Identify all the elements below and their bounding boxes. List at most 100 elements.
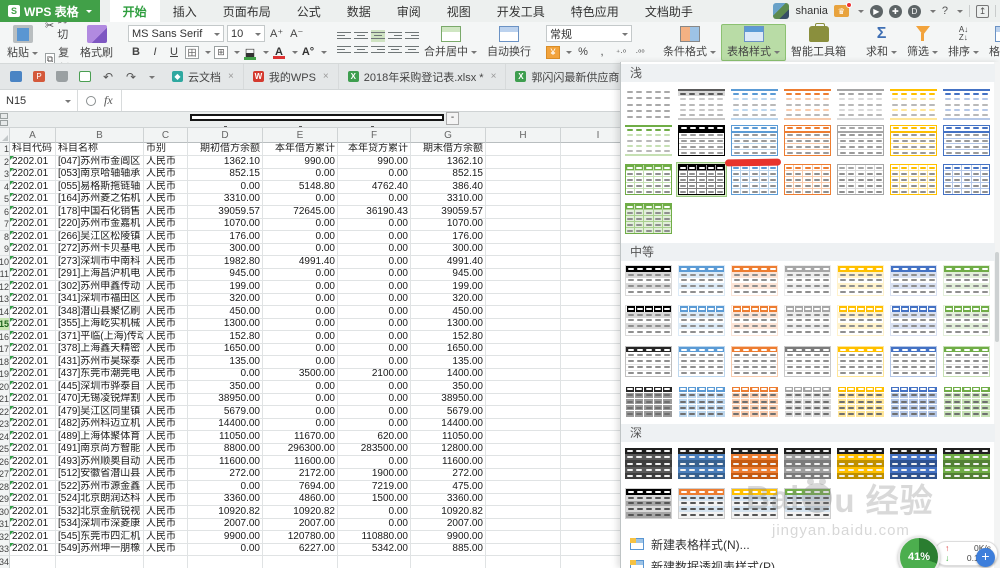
cell[interactable]: 2202.01 bbox=[10, 530, 56, 544]
cell[interactable] bbox=[486, 180, 561, 194]
cell[interactable]: 人民币 bbox=[144, 343, 188, 356]
user-name[interactable]: shania bbox=[795, 5, 827, 17]
cell[interactable]: 135.00 bbox=[411, 355, 486, 369]
cell[interactable]: 4991.40 bbox=[411, 255, 486, 269]
undo-icon[interactable]: ↶ bbox=[100, 69, 116, 85]
cell[interactable]: [371]平临(上海)传动 bbox=[56, 330, 144, 344]
cell[interactable]: 2202.01 bbox=[10, 305, 56, 319]
cell[interactable] bbox=[561, 256, 620, 269]
search-icon[interactable] bbox=[86, 95, 96, 106]
increase-indent-icon[interactable] bbox=[405, 30, 419, 42]
table-style-option[interactable] bbox=[730, 124, 779, 157]
table-style-option[interactable] bbox=[624, 385, 673, 418]
cell[interactable]: 2172.00 bbox=[263, 468, 338, 481]
row-header-18[interactable]: 18 bbox=[0, 355, 10, 369]
cell[interactable]: 386.40 bbox=[411, 180, 486, 194]
cell[interactable] bbox=[561, 393, 620, 406]
cell[interactable]: 14400.00 bbox=[188, 418, 263, 431]
table-style-option[interactable] bbox=[889, 345, 938, 378]
cell[interactable]: 2202.01 bbox=[10, 455, 56, 469]
percent-icon[interactable]: % bbox=[575, 44, 591, 60]
row-header-33[interactable]: 33 bbox=[0, 543, 10, 556]
cell[interactable]: 2202.01 bbox=[10, 505, 56, 519]
row-header-16[interactable]: 16 bbox=[0, 330, 10, 344]
cell[interactable]: 1362.10 bbox=[411, 155, 486, 169]
row-header-5[interactable]: 5 bbox=[0, 193, 10, 206]
filter-button[interactable]: 筛选 bbox=[902, 25, 943, 60]
cell[interactable] bbox=[561, 193, 620, 206]
cell[interactable] bbox=[486, 443, 561, 456]
cell[interactable]: 320.00 bbox=[188, 293, 263, 306]
table-style-option[interactable] bbox=[889, 88, 938, 121]
table-style-option[interactable] bbox=[889, 447, 938, 480]
cell[interactable]: 本年贷方累计 bbox=[338, 143, 411, 156]
table-style-option[interactable] bbox=[836, 163, 885, 196]
column-header-C[interactable]: C bbox=[144, 127, 188, 143]
row-header-10[interactable]: 10 bbox=[0, 255, 10, 269]
cell[interactable]: 0.00 bbox=[338, 405, 411, 419]
object-minimize-button[interactable]: - bbox=[446, 112, 459, 125]
table-style-option[interactable] bbox=[942, 345, 991, 378]
cell[interactable]: 人民币 bbox=[144, 518, 188, 531]
cell[interactable] bbox=[561, 493, 620, 506]
cell[interactable]: 11050.00 bbox=[188, 430, 263, 444]
cell[interactable]: [489]上海体聚体育 bbox=[56, 430, 144, 444]
cell[interactable]: 11670.00 bbox=[263, 430, 338, 444]
cell[interactable] bbox=[263, 555, 338, 568]
cell[interactable]: 人民币 bbox=[144, 368, 188, 381]
cell[interactable]: 1070.00 bbox=[188, 218, 263, 231]
borders-icon[interactable]: 田 bbox=[185, 45, 199, 59]
cell[interactable] bbox=[561, 143, 620, 156]
cell[interactable]: 人民币 bbox=[144, 243, 188, 256]
cell[interactable]: 1650.00 bbox=[411, 343, 486, 356]
row-header-17[interactable]: 17 bbox=[0, 343, 10, 356]
cell[interactable]: 0.00 bbox=[263, 418, 338, 431]
cell[interactable]: 2202.01 bbox=[10, 243, 56, 256]
cell[interactable] bbox=[486, 530, 561, 544]
cell[interactable]: 852.15 bbox=[188, 168, 263, 181]
cell[interactable]: 2202.01 bbox=[10, 293, 56, 306]
cell[interactable]: [491]南京尚方智能 bbox=[56, 443, 144, 456]
column-header-F[interactable]: F bbox=[338, 127, 411, 143]
cell[interactable] bbox=[338, 555, 411, 568]
wrap-text-button[interactable]: 自动换行 bbox=[482, 25, 536, 60]
cell[interactable]: 0.00 bbox=[338, 393, 411, 406]
cell[interactable]: [549]苏州坤一朋橡 bbox=[56, 543, 144, 556]
table-style-option[interactable] bbox=[836, 124, 885, 157]
cell[interactable]: 人民币 bbox=[144, 318, 188, 331]
draw-border-icon[interactable]: ⊞ bbox=[214, 45, 228, 59]
cell[interactable]: 0.00 bbox=[338, 518, 411, 531]
cell[interactable]: 272.00 bbox=[411, 468, 486, 481]
row-header-22[interactable]: 22 bbox=[0, 405, 10, 419]
cell[interactable]: 人民币 bbox=[144, 305, 188, 319]
cell[interactable] bbox=[486, 318, 561, 331]
cell[interactable]: [482]苏州科迈立机 bbox=[56, 418, 144, 431]
table-style-option[interactable] bbox=[942, 304, 991, 337]
cell[interactable]: 2202.01 bbox=[10, 218, 56, 231]
cell[interactable] bbox=[486, 455, 561, 469]
cell[interactable]: [272]苏州卡贝基电 bbox=[56, 243, 144, 256]
highlight-color-button[interactable]: A° bbox=[301, 46, 315, 58]
cell[interactable]: 人民币 bbox=[144, 543, 188, 556]
cell[interactable]: 176.00 bbox=[411, 230, 486, 244]
cell[interactable]: 2202.01 bbox=[10, 405, 56, 419]
cell[interactable]: 0.00 bbox=[188, 543, 263, 556]
distributed-icon[interactable] bbox=[405, 44, 419, 56]
table-style-option[interactable] bbox=[836, 88, 885, 121]
settings-icon[interactable]: ✚ bbox=[888, 4, 902, 18]
cell[interactable] bbox=[561, 231, 620, 244]
widget-plus-button[interactable]: + bbox=[976, 548, 995, 567]
cell[interactable]: 0.00 bbox=[338, 343, 411, 356]
cell[interactable] bbox=[561, 218, 620, 231]
cell[interactable]: [524]北京朗润达科 bbox=[56, 493, 144, 506]
sum-button[interactable]: Σ 求和 bbox=[861, 25, 902, 60]
cell[interactable]: 8800.00 bbox=[188, 443, 263, 456]
cell[interactable] bbox=[561, 293, 620, 306]
table-style-option[interactable] bbox=[730, 304, 779, 337]
cell[interactable]: 人民币 bbox=[144, 280, 188, 294]
table-style-option[interactable] bbox=[889, 163, 938, 196]
cell[interactable]: [220]苏州市金嘉机 bbox=[56, 218, 144, 231]
table-style-option[interactable] bbox=[836, 304, 885, 337]
cell[interactable]: 0.00 bbox=[263, 305, 338, 319]
cell[interactable]: 人民币 bbox=[144, 505, 188, 519]
